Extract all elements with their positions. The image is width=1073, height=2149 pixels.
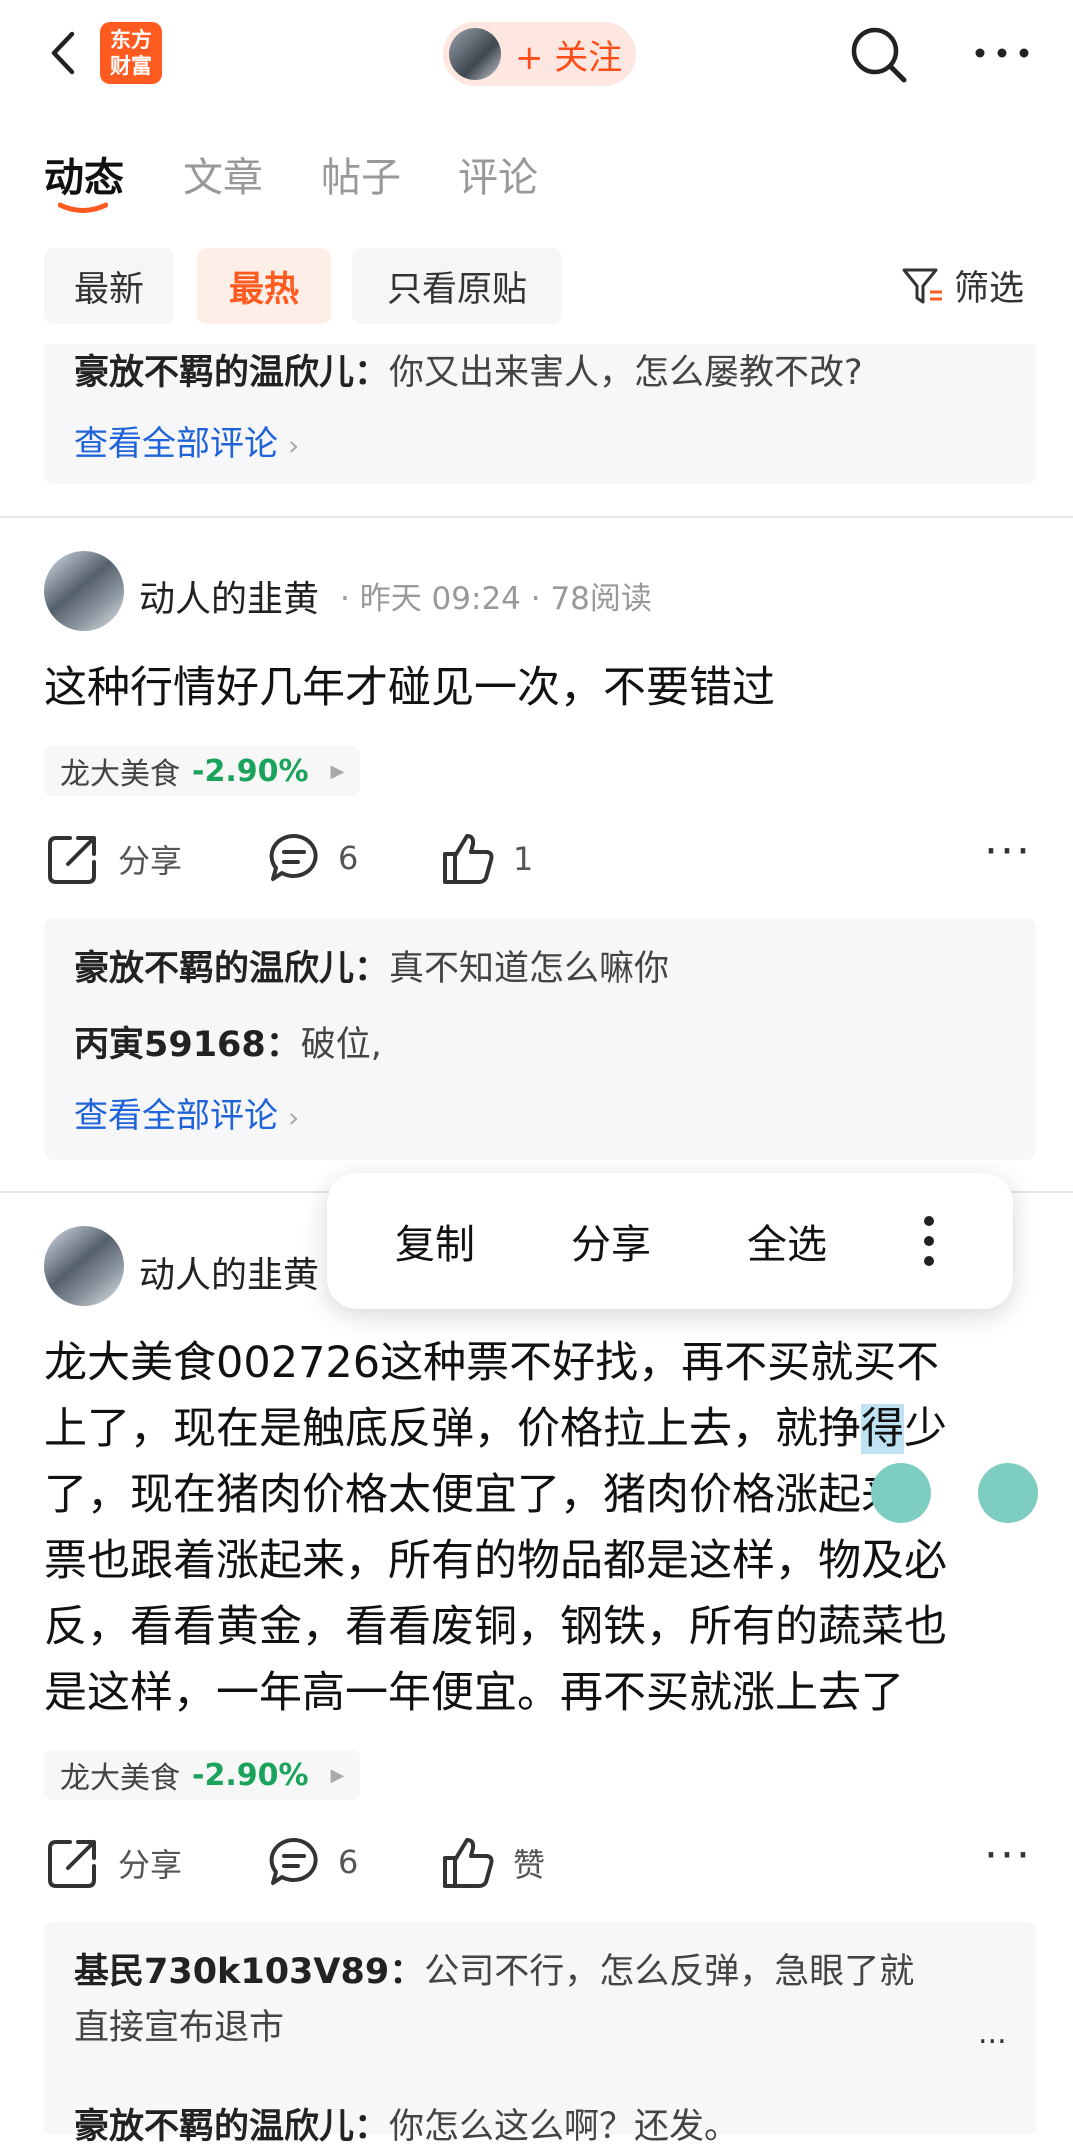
view-all-label: 查看全部评论 [74,1096,278,1136]
tab-posts[interactable]: 帖子 [321,145,401,203]
comment-text-cont: 直接宣布退市 [74,2008,285,2048]
post-more-icon[interactable]: ··· [984,826,1032,877]
thumbs-up-icon [443,834,494,884]
play-arrow-icon: ▶ [330,760,345,782]
comment-user[interactable]: 基民730k103V89： [74,1952,424,1992]
share-icon [48,1840,96,1888]
comment-text: 你怎么这么啊？还发。 [389,2107,740,2147]
like-count: 1 [513,840,534,878]
comment-button[interactable]: 6 [268,1836,358,1888]
comment-text: 你又出来害人，怎么屡教不改? [389,353,863,393]
comment-user[interactable]: 豪放不羁的温欣儿： [74,949,389,989]
stock-tag[interactable]: 龙大美食 -2.90% ▶ [44,746,361,796]
share-label: 分享 [118,842,183,880]
search-icon[interactable] [848,24,910,86]
tab-dynamic[interactable]: 动态 [44,145,124,203]
filter-hot[interactable]: 最热 [197,248,331,324]
select-all-menu-item[interactable]: 全选 [747,1212,827,1270]
comment-user[interactable]: 豪放不羁的温欣儿： [74,353,389,393]
stock-name: 龙大美食 [60,757,180,792]
comment-item: 豪放不羁的温欣儿：真不知道怎么嘛你 [74,940,669,991]
comment-item: 豪放不羁的温欣儿：你又出来害人，怎么屡教不改? [74,344,863,395]
copy-menu-item[interactable]: 复制 [395,1212,475,1270]
post-meta: · 昨天 09:24 · 78阅读 [340,581,652,617]
stock-change: -2.90% [192,1757,309,1793]
comment-item: 基民730k103V89：公司不行，怎么反弹，急眼了就 直接宣布退市 [74,1944,1014,2056]
text-selection-menu: 复制 分享 全选 [327,1173,1013,1309]
comment-box: 基民730k103V89：公司不行，怎么反弹，急眼了就 直接宣布退市 ... 豪… [44,1922,1036,2147]
filter-label: 筛选 [954,269,1025,309]
filter-latest[interactable]: 最新 [44,248,174,324]
view-all-comments-link[interactable]: 查看全部评论 › [74,416,299,465]
post-text: 龙大美食002726这种票不好找，再不买就买不 上了，现在是触底反弹，价格拉上去… [44,1330,1034,1726]
comment-ellipsis[interactable]: ... [978,2016,1007,2051]
more-options-icon[interactable] [972,38,1032,68]
post-text-line: 票也跟着涨起来，所有的物品都是这样，物及必 [44,1536,947,1586]
share-label: 分享 [118,1846,183,1884]
post-text-line: 反，看看黄金，看看废铜，钢铁，所有的蔬菜也 [44,1602,947,1652]
comment-button[interactable]: 6 [268,832,358,884]
post-text-line: 上了，现在是触底反弹，价格拉上去，就挣得少 [44,1404,947,1454]
comment-icon [269,1837,318,1885]
avatar [449,28,501,80]
follow-button[interactable]: + 关注 [443,22,636,86]
comment-text: 破位, [300,1025,382,1065]
stock-name: 龙大美食 [60,1761,180,1796]
more-vertical-icon[interactable] [919,1213,939,1269]
comment-count: 6 [338,839,359,877]
filter-icon [902,268,942,303]
comment-user[interactable]: 豪放不羁的温欣儿： [74,2107,389,2147]
tab-comments[interactable]: 评论 [458,145,538,203]
stock-change: -2.90% [192,753,309,789]
comment-box: 豪放不羁的温欣儿：你又出来害人，怎么屡教不改? 查看全部评论 › [44,344,1036,484]
selection-handle-end[interactable] [978,1463,1038,1523]
share-icon [48,836,96,884]
text-selection: 得 [861,1404,904,1454]
tab-articles[interactable]: 文章 [183,145,263,203]
comment-text: 真不知道怎么嘛你 [389,949,670,989]
divider [0,516,1073,518]
chevron-right-icon: › [288,429,300,462]
author-name[interactable]: 动人的韭黄 [139,1246,319,1298]
logo-line-2: 财富 [110,54,152,78]
author-avatar[interactable] [44,1226,124,1306]
comment-text: 公司不行，怎么反弹，急眼了就 [424,1952,915,1992]
post-text: 这种行情好几年才碰见一次，不要错过 [44,663,775,713]
post-text-line: 是这样，一年高一年便宜。再不买就涨上去了 [44,1668,904,1718]
author-name[interactable]: 动人的韭黄 [139,570,319,622]
chevron-right-icon: › [288,1101,300,1134]
post-text-line: 龙大美食002726这种票不好找，再不买就买不 [44,1338,940,1388]
follow-label: + 关注 [515,37,623,78]
play-arrow-icon: ▶ [330,1764,345,1786]
logo-line-1: 东方 [110,28,152,52]
thumbs-up-icon [443,1838,494,1888]
stock-tag[interactable]: 龙大美食 -2.90% ▶ [44,1750,361,1800]
comment-box: 豪放不羁的温欣儿：真不知道怎么嘛你 丙寅59168：破位, 查看全部评论 › [44,918,1036,1160]
share-button[interactable]: 分享 [46,832,182,886]
filter-button[interactable]: 筛选 [900,260,1024,311]
comment-item: 丙寅59168：破位, [74,1016,382,1067]
like-button[interactable]: 赞 [441,1836,545,1890]
post-more-icon[interactable]: ··· [984,1830,1032,1881]
like-button[interactable]: 1 [441,832,533,886]
app-logo: 东方 财富 [100,22,162,84]
selection-handle-start[interactable] [871,1463,931,1523]
active-tab-indicator [58,202,108,213]
share-button[interactable]: 分享 [46,1836,182,1890]
comment-count: 6 [338,1843,359,1881]
view-all-comments-link[interactable]: 查看全部评论 › [74,1088,299,1137]
comment-icon [269,833,318,881]
comment-item: 豪放不羁的温欣儿：你怎么这么啊？还发。 [74,2098,739,2149]
author-avatar[interactable] [44,551,124,631]
filter-original-only[interactable]: 只看原贴 [352,248,562,324]
view-all-label: 查看全部评论 [74,424,278,464]
share-menu-item[interactable]: 分享 [571,1212,651,1270]
comment-user[interactable]: 丙寅59168： [74,1025,301,1065]
like-label: 赞 [513,1846,546,1884]
back-icon[interactable] [40,28,90,78]
